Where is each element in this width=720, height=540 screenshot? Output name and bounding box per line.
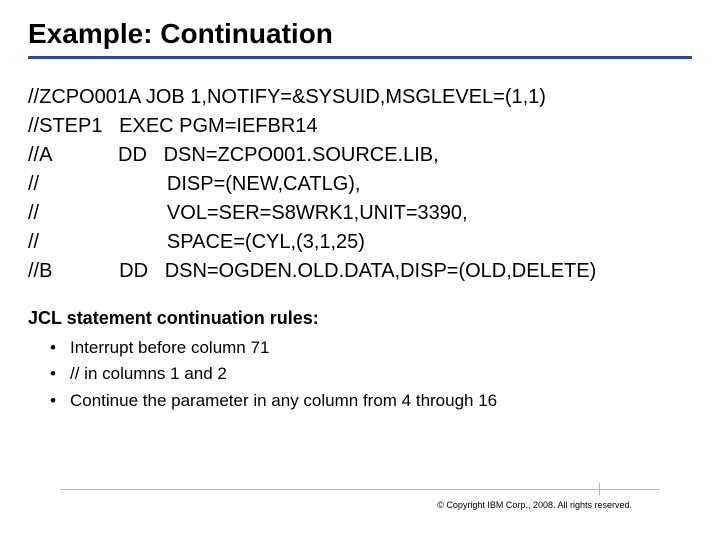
copyright-text: © Copyright IBM Corp., 2008. All rights … [437, 500, 632, 510]
code-line: // SPACE=(CYL,(3,1,25) [28, 231, 365, 253]
rules-list: Interrupt before column 71 // in columns… [28, 335, 692, 414]
code-block: //ZCPO001A JOB 1,NOTIFY=&SYSUID,MSGLEVEL… [28, 83, 692, 286]
title-underline [28, 56, 692, 59]
rule-item: Interrupt before column 71 [50, 335, 692, 361]
slide: Example: Continuation //ZCPO001A JOB 1,N… [0, 0, 720, 540]
code-line: //ZCPO001A JOB 1,NOTIFY=&SYSUID,MSGLEVEL… [28, 86, 546, 108]
footer-divider [60, 489, 660, 490]
code-line: //A DD DSN=ZCPO001.SOURCE.LIB, [28, 144, 439, 166]
rule-item: // in columns 1 and 2 [50, 361, 692, 387]
code-line: // VOL=SER=S8WRK1,UNIT=3390, [28, 202, 468, 224]
rules-heading: JCL statement continuation rules: [28, 308, 692, 329]
code-line: // DISP=(NEW,CATLG), [28, 173, 360, 195]
rule-item: Continue the parameter in any column fro… [50, 388, 692, 414]
code-line: //B DD DSN=OGDEN.OLD.DATA,DISP=(OLD,DELE… [28, 260, 596, 282]
slide-title: Example: Continuation [28, 18, 692, 50]
code-line: //STEP1 EXEC PGM=IEFBR14 [28, 115, 318, 137]
